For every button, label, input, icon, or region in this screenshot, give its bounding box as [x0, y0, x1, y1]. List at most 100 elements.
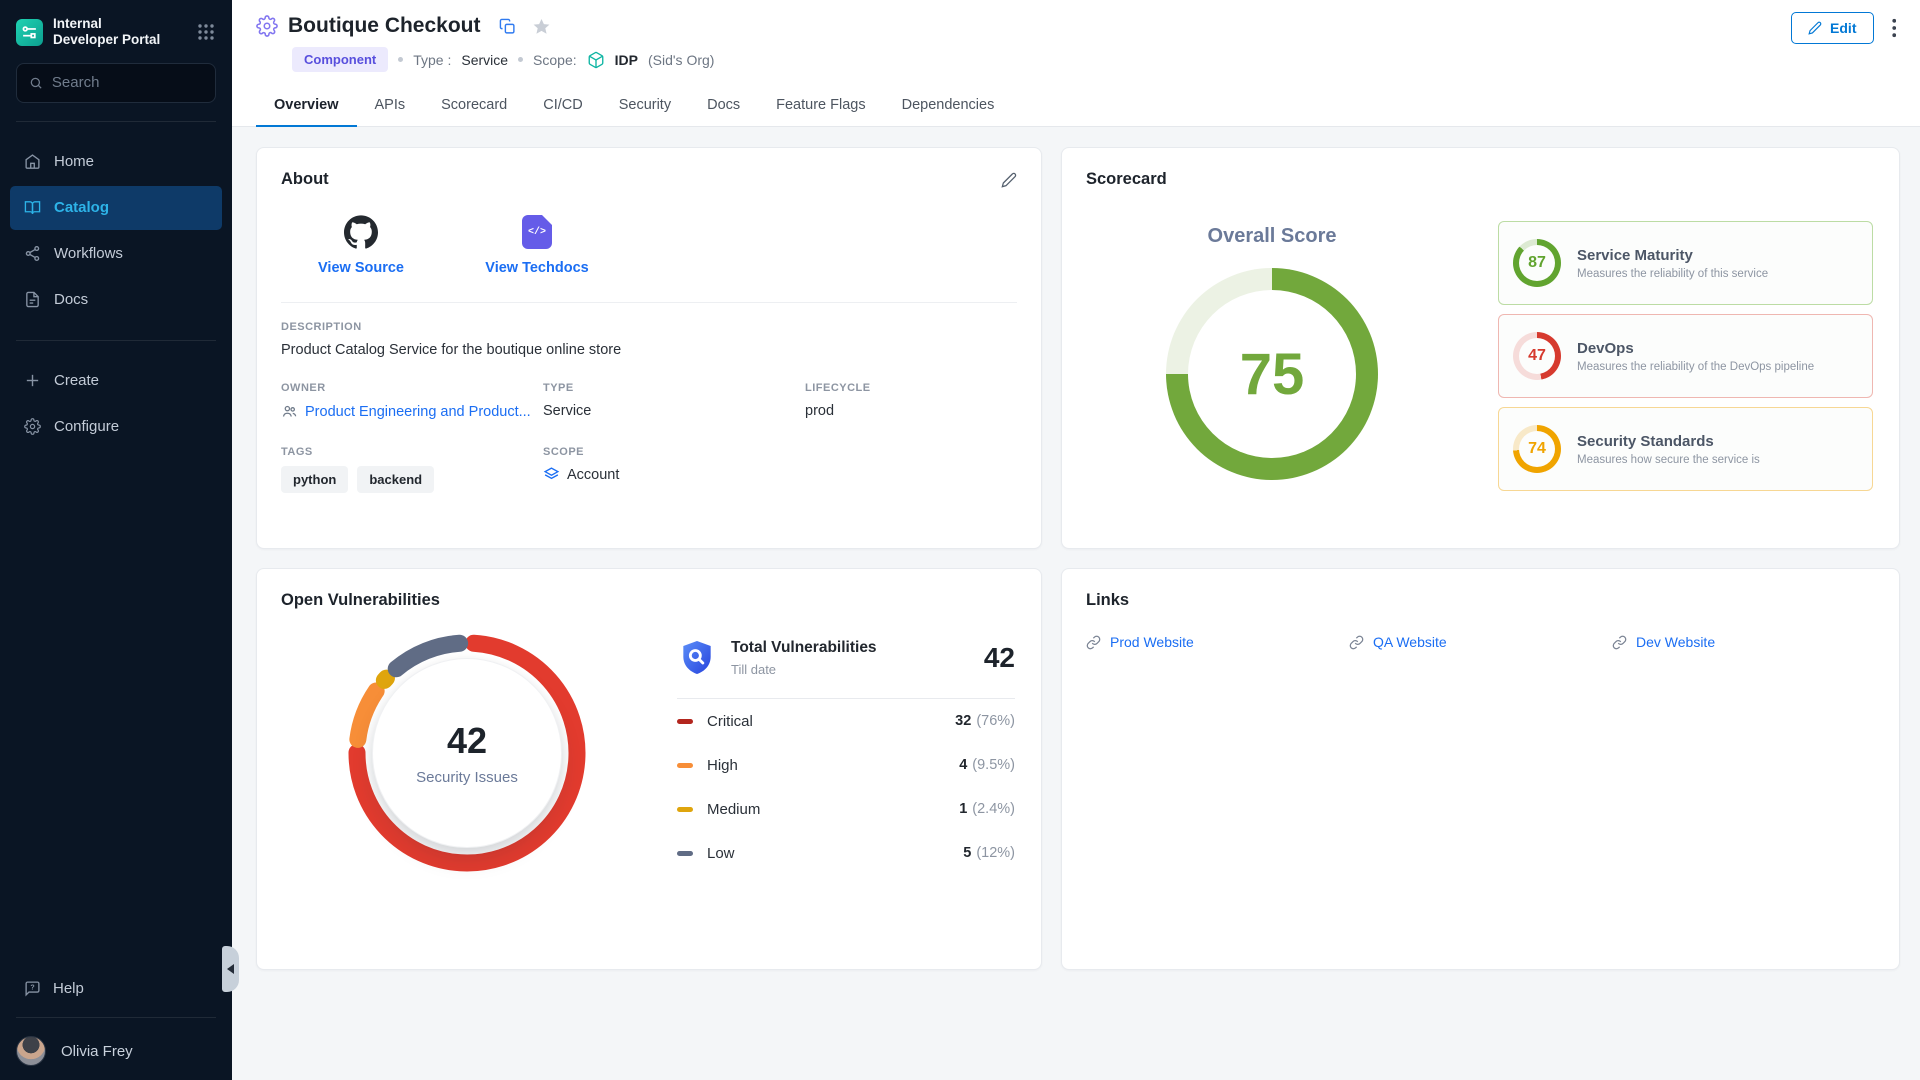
- legend-row-critical: Critical 32(76%): [677, 699, 1015, 743]
- help-chat-icon: ?: [24, 980, 41, 997]
- overall-score-label: Overall Score: [1208, 225, 1337, 248]
- tab-bar: Overview APIs Scorecard CI/CD Security D…: [232, 86, 1920, 127]
- favorite-star-icon[interactable]: [532, 17, 551, 36]
- more-options-kebab-icon[interactable]: [1892, 18, 1897, 38]
- vulnerabilities-total-center: 42: [447, 720, 487, 762]
- about-edit-pencil-icon[interactable]: [1001, 172, 1017, 188]
- book-open-icon: [24, 199, 41, 216]
- links-card: Links Prod Website: [1061, 568, 1900, 970]
- app-switcher-grid-icon[interactable]: [196, 22, 216, 42]
- tab-docs[interactable]: Docs: [689, 86, 758, 127]
- tab-cicd[interactable]: CI/CD: [525, 86, 600, 127]
- circuit-logo-icon: [21, 24, 38, 41]
- medium-dash-icon: [677, 807, 693, 812]
- about-card-title: About: [281, 170, 329, 189]
- link-label: Prod Website: [1110, 634, 1194, 650]
- view-source-label: View Source: [318, 260, 404, 276]
- owner-label: OWNER: [281, 382, 543, 394]
- links-card-title: Links: [1086, 591, 1129, 610]
- sidebar-item-workflows[interactable]: Workflows: [10, 232, 222, 276]
- tab-feature-flags[interactable]: Feature Flags: [758, 86, 883, 127]
- divider: [281, 302, 1017, 303]
- app-root: Internal Developer Portal: [0, 0, 1920, 1080]
- sidebar-bottom: ? Help Olivia Frey: [0, 967, 232, 1070]
- score-name: Security Standards: [1577, 433, 1760, 450]
- workflow-icon: [24, 245, 41, 262]
- team-icon: [281, 403, 298, 420]
- score-list: 87 Service Maturity Measures the reliabi…: [1498, 221, 1873, 491]
- link-chain-icon: [1612, 635, 1627, 650]
- scope-value: IDP: [615, 52, 638, 68]
- tab-apis[interactable]: APIs: [357, 86, 424, 127]
- sidebar-divider: [16, 1017, 216, 1018]
- link-chain-icon: [1086, 635, 1101, 650]
- sidebar-item-configure[interactable]: Configure: [10, 405, 222, 449]
- svg-text:?: ?: [30, 983, 34, 991]
- vulnerabilities-donut: 42 Security Issues: [348, 634, 586, 872]
- dot-separator: [518, 57, 523, 62]
- tab-scorecard[interactable]: Scorecard: [423, 86, 525, 127]
- sidebar-divider: [16, 340, 216, 341]
- type-label: Type :: [413, 52, 451, 68]
- score-donut: 47: [1513, 332, 1561, 380]
- main-area: Edit Boutique Checkout: [232, 0, 1920, 1080]
- vulnerabilities-card-title: Open Vulnerabilities: [281, 591, 440, 610]
- help-button[interactable]: ? Help: [0, 967, 232, 1009]
- tab-security[interactable]: Security: [601, 86, 689, 127]
- edit-button[interactable]: Edit: [1791, 12, 1873, 44]
- score-card-security-standards[interactable]: 74 Security Standards Measures how secur…: [1498, 407, 1873, 491]
- page-title: Boutique Checkout: [288, 14, 481, 38]
- score-name: Service Maturity: [1577, 247, 1768, 264]
- content-area: About View Source: [232, 127, 1920, 1080]
- link-qa-website[interactable]: QA Website: [1349, 634, 1612, 650]
- link-prod-website[interactable]: Prod Website: [1086, 634, 1349, 650]
- sidebar-search[interactable]: [16, 63, 216, 103]
- score-name: DevOps: [1577, 340, 1814, 357]
- sidebar-item-docs[interactable]: Docs: [10, 278, 222, 322]
- plus-icon: [24, 372, 41, 389]
- copy-icon[interactable]: [499, 18, 516, 35]
- document-icon: [24, 291, 41, 308]
- lifecycle-label: LIFECYCLE: [805, 382, 1017, 394]
- view-source-link[interactable]: View Source: [281, 215, 441, 276]
- layers-icon: [543, 466, 560, 483]
- app-logo: [16, 19, 43, 46]
- tags-label: TAGS: [281, 446, 543, 458]
- tab-overview[interactable]: Overview: [256, 86, 357, 127]
- owner-link[interactable]: Product Engineering and Product...: [281, 403, 543, 420]
- sidebar-item-label: Catalog: [54, 199, 109, 216]
- sidebar-divider: [16, 121, 216, 122]
- tag-chip: backend: [357, 466, 434, 493]
- type-field-label: TYPE: [543, 382, 805, 394]
- description-value: Product Catalog Service for the boutique…: [281, 342, 1017, 358]
- sidebar-item-home[interactable]: Home: [10, 140, 222, 184]
- home-icon: [24, 153, 41, 170]
- sidebar-nav: Home Catalog Workflows Docs: [0, 140, 232, 322]
- sidebar-item-create[interactable]: Create: [10, 359, 222, 403]
- view-techdocs-link[interactable]: </> View Techdocs: [457, 215, 617, 276]
- pencil-icon: [1808, 21, 1822, 35]
- score-card-service-maturity[interactable]: 87 Service Maturity Measures the reliabi…: [1498, 221, 1873, 305]
- user-menu[interactable]: Olivia Frey: [0, 1026, 232, 1070]
- score-description: Measures the reliability of the DevOps p…: [1577, 361, 1814, 373]
- vulnerabilities-center-label: Security Issues: [416, 769, 518, 786]
- scope-label: Scope:: [533, 52, 577, 68]
- page-header: Boutique Checkout Component Type : Servi…: [232, 0, 1920, 86]
- sidebar-item-label: Workflows: [54, 245, 123, 262]
- tab-dependencies[interactable]: Dependencies: [884, 86, 1013, 127]
- description-label: DESCRIPTION: [281, 321, 1017, 333]
- link-dev-website[interactable]: Dev Website: [1612, 634, 1875, 650]
- legend-row-medium: Medium 1(2.4%): [677, 787, 1015, 831]
- sidebar-item-catalog[interactable]: Catalog: [10, 186, 222, 230]
- search-input[interactable]: [52, 74, 203, 91]
- score-card-devops[interactable]: 47 DevOps Measures the reliability of th…: [1498, 314, 1873, 398]
- sidebar-item-label: Create: [54, 372, 99, 389]
- sidebar: Internal Developer Portal: [0, 0, 232, 1080]
- legend-row-high: High 4(9.5%): [677, 743, 1015, 787]
- legend-row-low: Low 5(12%): [677, 831, 1015, 875]
- chevron-left-icon: [227, 964, 234, 974]
- total-vulnerabilities-value: 42: [984, 642, 1015, 674]
- breadcrumb: Component Type : Service Scope: IDP (Sid…: [292, 47, 1920, 72]
- score-description: Measures the reliability of this service: [1577, 268, 1768, 280]
- sidebar-collapse-handle[interactable]: [222, 946, 239, 992]
